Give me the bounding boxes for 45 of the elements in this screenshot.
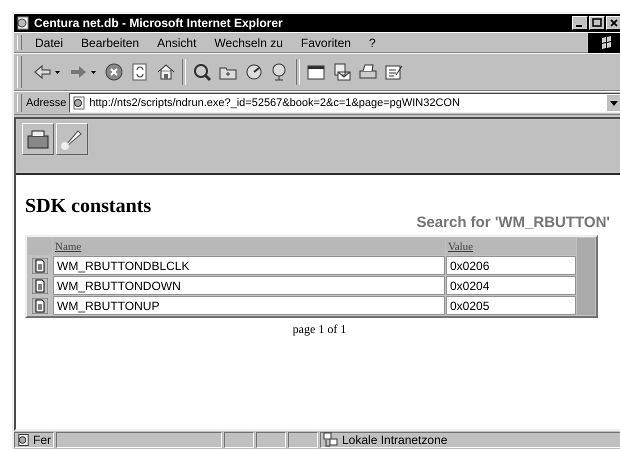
page-icon [72,96,86,110]
clock-icon[interactable] [244,62,264,82]
search-caption: Search for 'WM_RBUTTON' [416,214,610,231]
mail-icon[interactable] [332,62,352,82]
document-icon[interactable] [32,298,48,314]
maximize-icon [592,18,602,28]
table-cell: WM_RBUTTONDBLCLK [53,256,445,275]
page-indicator: page 1 of 1 [292,322,346,336]
menu-item[interactable]: ? [360,36,385,50]
window-title: Centura net.db - Microsoft Internet Explorer [34,16,284,30]
table-cell: 0x0204 [446,276,576,295]
status-text: Fer [33,433,51,447]
maximize-button[interactable] [589,16,605,30]
document-icon[interactable] [32,278,48,294]
address-field[interactable]: http://nts2/scripts/ndrun.exe?_id=52567&book=2&c=1&page=pgWIN32CON [69,93,620,113]
page-icon [17,433,30,447]
stop-icon[interactable] [104,62,124,82]
dropdown-arrow-icon[interactable] [607,95,620,111]
menu-item[interactable]: Ansicht [148,36,206,50]
name-column-header[interactable]: Name [55,240,82,252]
menu-item[interactable]: Wechseln zu [205,36,292,50]
status-panel [224,432,254,448]
zone-text: Lokale Intranetzone [342,433,448,447]
page-heading: SDK constants [25,195,152,217]
search-icon[interactable] [192,62,212,82]
table-cell: 0x0206 [446,256,576,275]
menu-item[interactable]: Favoriten [292,36,360,50]
status-panel [256,432,286,448]
value-column-header[interactable]: Value [448,240,474,252]
close-icon [609,18,619,28]
menu-item[interactable]: Datei [26,36,72,50]
close-button[interactable] [606,16,620,30]
home-icon[interactable] [156,62,176,82]
toolbox-icon[interactable] [22,123,54,155]
minimize-button[interactable] [572,16,588,30]
back-arrow-icon[interactable] [32,62,62,82]
globe-page-icon [16,16,30,30]
table-cell: WM_RBUTTONDOWN [53,276,445,295]
minimize-icon [576,25,582,27]
document-icon[interactable] [32,258,48,274]
address-label: Adresse [26,97,66,109]
table-cell: WM_RBUTTONUP [53,296,445,315]
menu-item[interactable]: Bearbeiten [72,36,148,50]
status-panel [288,432,318,448]
table-cell: 0x0205 [446,296,576,315]
